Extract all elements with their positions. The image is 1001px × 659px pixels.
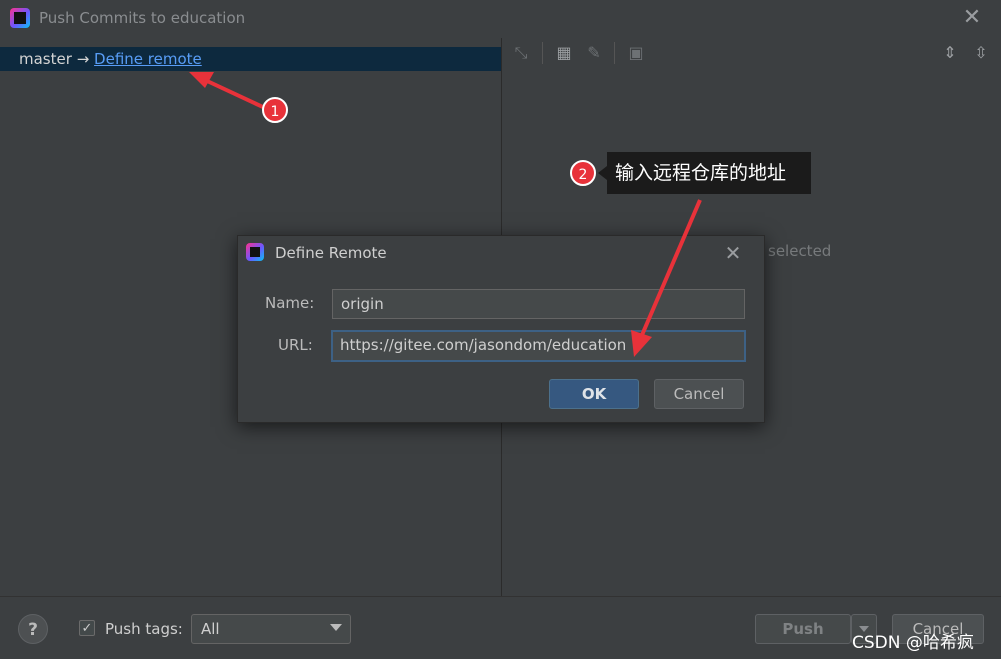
annotation-callout: 输入远程仓库的地址 xyxy=(598,152,811,194)
annotation-arrow-1 xyxy=(204,78,266,110)
watermark-text: CSDN @哈希疯 xyxy=(852,633,974,653)
annotation-arrowhead-2 xyxy=(631,330,652,357)
annotation-arrows xyxy=(189,72,702,357)
annotation-badge-2: 2 xyxy=(570,160,596,186)
annotation-badge-1: 1 xyxy=(262,97,288,123)
annotation-arrow-2 xyxy=(640,199,702,336)
annotation-arrowhead-1 xyxy=(189,72,214,88)
